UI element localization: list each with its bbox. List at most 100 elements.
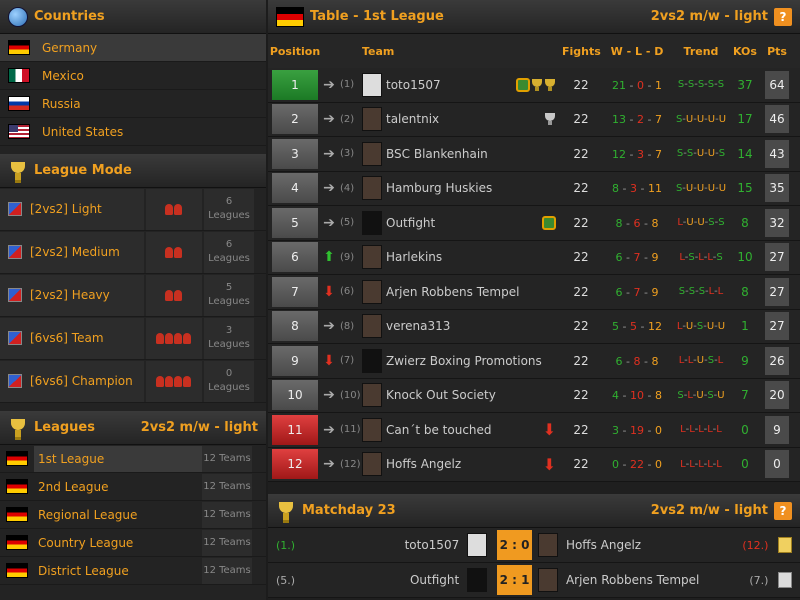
report-icon[interactable] [778, 572, 793, 588]
kos-count: 10 [737, 250, 753, 265]
country-label: United States [42, 124, 124, 139]
table-title: Table - 1st League [310, 9, 444, 24]
boxing-gloves-icon [156, 332, 192, 344]
wld-record: 4 - 10 - 8 [612, 389, 662, 403]
trend-sequence: L-L-L-L-L [680, 424, 722, 436]
table-row[interactable]: 2 ➔ (2) talentnix 22 13 - 2 - 7 S-U-U-U-U 17 46 [268, 102, 800, 137]
table-row[interactable]: 3 ➔ (3) BSC Blankenhain 22 12 - 3 - 7 S-S-U-U-… [268, 137, 800, 172]
points: 64 [765, 70, 789, 99]
team-avatar [362, 176, 382, 201]
team-name[interactable]: Can´t be touched [386, 423, 543, 437]
match-row[interactable]: (5.) Outfight 2 : 1 Arjen Robbens Tempel… [268, 563, 800, 598]
league-item-district[interactable]: District League 12 Teams [0, 557, 266, 585]
draws: 0 [654, 423, 662, 437]
table-row[interactable]: 9 ⬇ (7) Zwierz Boxing Promotions 22 6 - 8 - 8… [268, 344, 800, 379]
country-item-united-states[interactable]: United States [0, 118, 266, 146]
col-fights: Fights [562, 44, 601, 58]
losses: 5 [630, 320, 637, 334]
match-score[interactable]: 2 : 1 [497, 565, 532, 595]
countries-header: Countries [0, 0, 266, 34]
losses: 7 [633, 285, 641, 299]
match-row[interactable]: (1.) toto1507 2 : 0 Hoffs Angelz (12.) [268, 528, 800, 563]
league-item-regional[interactable]: Regional League 12 Teams [0, 501, 266, 529]
leagues-header: Leagues 2vs2 m/w - light [0, 411, 266, 445]
wld-record: 12 - 3 - 7 [612, 147, 662, 161]
help-button[interactable]: ? [774, 501, 792, 520]
losses: 0 [637, 78, 644, 92]
trend-arrow-icon: ➔ [323, 145, 335, 162]
team-name[interactable]: toto1507 [386, 78, 516, 92]
trend-arrow-icon: ⬇ [323, 352, 335, 369]
away-team[interactable]: Hoffs Angelz [566, 538, 730, 552]
kos-count: 14 [737, 146, 753, 161]
help-button[interactable]: ? [774, 7, 792, 26]
team-name[interactable]: talentnix [386, 112, 544, 126]
team-name[interactable]: BSC Blankenhain [386, 147, 556, 161]
draws: 9 [651, 251, 659, 265]
boxing-gloves-icon [165, 203, 183, 215]
table-row[interactable]: 11 ➔ (11) Can´t be touched ⬇ 22 3 - 19 - 0 L-L-… [268, 413, 800, 448]
trend-sequence: S-S-U-U-S [676, 148, 726, 160]
home-team[interactable]: toto1507 [324, 538, 460, 552]
table-row[interactable]: 6 ⬆ (9) Harlekins 22 6 - 7 - 9 L-S-L-L-S 10 27 [268, 240, 800, 275]
matchday-header: Matchday 23 2vs2 m/w - light ? [268, 494, 800, 528]
mode-item-2vs2-light[interactable]: [2vs2] Light 6 Leagues [0, 188, 266, 231]
table-row[interactable]: 8 ➔ (8) verena313 22 5 - 5 - 12 L-U-S-U-U 1 27 [268, 309, 800, 344]
table-row[interactable]: 4 ➔ (4) Hamburg Huskies 22 8 - 3 - 11 S-U-U-U-… [268, 171, 800, 206]
league-mode-title: League Mode [34, 163, 132, 178]
away-team[interactable]: Arjen Robbens Tempel [566, 573, 730, 587]
col-pts: Pts [767, 44, 787, 58]
team-name[interactable]: Hoffs Angelz [386, 457, 543, 471]
home-avatar [467, 533, 488, 557]
losses: 7 [633, 251, 641, 265]
team-name[interactable]: Hamburg Huskies [386, 181, 556, 195]
mexico-flag-icon [8, 68, 30, 83]
league-count: 3 [225, 325, 233, 336]
germany-flag-icon [6, 563, 28, 578]
team-name[interactable]: Knock Out Society [386, 388, 556, 402]
league-item-1st[interactable]: 1st League 12 Teams [0, 445, 266, 473]
trend-arrow-icon: ➔ [323, 456, 335, 473]
table-row[interactable]: 7 ⬇ (6) Arjen Robbens Tempel 22 6 - 7 - 9 S-S-… [268, 275, 800, 310]
report-icon[interactable] [778, 537, 793, 553]
country-item-germany[interactable]: Germany [0, 34, 266, 62]
table-row[interactable]: 1 ➔ (1) toto1507 22 21 - 0 - 1 S-S-S-S-S 37 64 [268, 68, 800, 103]
country-item-mexico[interactable]: Mexico [0, 62, 266, 90]
team-name[interactable]: Outfight [386, 216, 542, 230]
league-name: Country League [38, 535, 134, 550]
fights-count: 22 [573, 319, 589, 334]
mode-item-6vs6-team[interactable]: [6vs6] Team 3 Leagues [0, 317, 266, 360]
trend-arrow-icon: ➔ [323, 111, 335, 128]
table-row[interactable]: 5 ➔ (5) Outfight 22 8 - 6 - 8 L-U-U-S-S 8 32 [268, 206, 800, 241]
team-name[interactable]: Arjen Robbens Tempel [386, 285, 556, 299]
league-count-unit: Leagues [208, 210, 250, 221]
trend-arrow-icon: ➔ [323, 76, 335, 93]
mode-item-6vs6-champion[interactable]: [6vs6] Champion 0 Leagues [0, 360, 266, 403]
previous-position: (4) [340, 182, 355, 194]
country-item-russia[interactable]: Russia [0, 90, 266, 118]
team-name[interactable]: Harlekins [386, 250, 556, 264]
draws: 11 [647, 182, 662, 196]
trend-sequence: L-U-U-S-S [677, 217, 725, 229]
matchday-panel: Matchday 23 2vs2 m/w - light ? (1.) toto… [268, 494, 800, 598]
team-name[interactable]: verena313 [386, 319, 556, 333]
table-row[interactable]: 12 ➔ (12) Hoffs Angelz ⬇ 22 0 - 22 - 0 L-L-L-L-… [268, 447, 800, 482]
trend-sequence: L-U-S-U-U [676, 320, 726, 332]
wins: 5 [612, 320, 620, 334]
league-item-2nd[interactable]: 2nd League 12 Teams [0, 473, 266, 501]
mode-item-2vs2-medium[interactable]: [2vs2] Medium 6 Leagues [0, 231, 266, 274]
wins: 13 [612, 113, 627, 127]
home-team[interactable]: Outfight [324, 573, 459, 587]
col-kos: KOs [733, 44, 757, 58]
league-item-country[interactable]: Country League 12 Teams [0, 529, 266, 557]
trophy-icon [8, 417, 28, 440]
points: 46 [765, 105, 789, 134]
points: 43 [765, 139, 789, 168]
match-score[interactable]: 2 : 0 [497, 530, 532, 560]
team-avatar [362, 141, 382, 166]
team-name[interactable]: Zwierz Boxing Promotions [386, 354, 556, 368]
trend-arrow-icon: ⬆ [323, 249, 335, 266]
fights-count: 22 [573, 457, 589, 472]
table-row[interactable]: 10 ➔ (10) Knock Out Society 22 4 - 10 - 8 S-L-… [268, 378, 800, 413]
mode-item-2vs2-heavy[interactable]: [2vs2] Heavy 5 Leagues [0, 274, 266, 317]
